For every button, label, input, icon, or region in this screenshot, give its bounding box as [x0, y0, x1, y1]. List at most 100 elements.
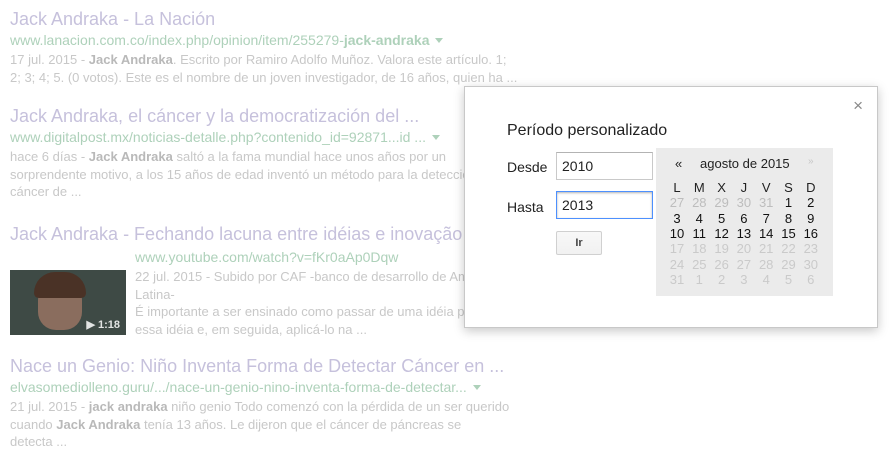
calendar-day: 30: [803, 256, 819, 272]
result-url-text: www.lanacion.com.co/index.php/opinion/it…: [10, 32, 344, 48]
video-thumbnail[interactable]: ▶ 1:18: [10, 270, 126, 335]
snippet-bold: Jack Andraka: [56, 416, 141, 432]
snippet-text: . Escrito por Ramiro Adolfo Muñoz. Valor…: [172, 52, 507, 67]
calendar-day[interactable]: 13: [733, 226, 755, 241]
snippet-bold: Jack Andraka: [88, 149, 173, 164]
calendar-day: 2: [717, 271, 726, 287]
dropdown-arrow-icon[interactable]: [472, 385, 481, 390]
date-picker-calendar: « agosto de 2015 » L M X J V S D 27 28 29 30 31 1 2 3 4…: [656, 148, 833, 296]
thumbnail-hair: [34, 272, 86, 298]
calendar-day: 27: [736, 256, 752, 272]
calendar-day[interactable]: 9: [800, 211, 822, 226]
calendar-day[interactable]: 30: [733, 195, 755, 210]
search-result: Jack Andraka - La Nación www.lanacion.co…: [10, 8, 520, 86]
snippet-date: 21 jul. 2015 -: [10, 399, 89, 414]
calendar-day[interactable]: 4: [688, 211, 710, 226]
video-details: www.youtube.com/watch?v=fKr0aAp0Dqw 22 j…: [135, 247, 470, 338]
weekday-label: X: [717, 180, 726, 195]
dropdown-arrow-icon[interactable]: [431, 135, 440, 140]
search-result: Nace un Genio: Niño Inventa Forma de Det…: [10, 355, 520, 451]
snippet-bold: Jack Andraka: [88, 52, 173, 67]
calendar-day: 31: [669, 271, 685, 287]
calendar-day: 3: [740, 271, 748, 287]
custom-range-dialog: × Período personalizado Desde 2010 Hasta…: [464, 86, 878, 328]
weekday-label: L: [673, 180, 681, 195]
calendar-day: 17: [669, 241, 685, 257]
calendar-day[interactable]: 8: [778, 211, 800, 226]
result-url: www.lanacion.com.co/index.php/opinion/it…: [10, 31, 520, 49]
calendar-day[interactable]: 14: [755, 226, 777, 241]
snippet-date: 17 jul. 2015 -: [10, 52, 89, 67]
close-icon[interactable]: ×: [853, 97, 863, 115]
snippet-text: Latina-: [135, 286, 175, 302]
calendar-month-label: agosto de 2015: [700, 156, 790, 171]
result-url: elvasomediolleno.guru/.../nace-un-genio-…: [10, 378, 520, 396]
snippet-text: 22 jul. 2015 - Subido por CAF -banco de …: [135, 269, 469, 284]
result-snippet: hace 6 días - Jack Andraka saltó a la fa…: [10, 148, 520, 201]
result-url: www.digitalpost.mx/noticias-detalle.php?…: [10, 128, 520, 146]
calendar-day[interactable]: 2: [800, 195, 822, 210]
calendar-day[interactable]: 15: [778, 226, 800, 241]
dropdown-arrow-icon[interactable]: [435, 38, 444, 43]
result-snippet: 22 jul. 2015 - Subido por CAF -banco de …: [135, 268, 470, 338]
calendar-day: 28: [758, 256, 774, 272]
calendar-day: 29: [781, 256, 796, 272]
calendar-header: « agosto de 2015 »: [656, 156, 833, 174]
calendar-day[interactable]: 12: [711, 226, 733, 241]
calendar-day: 24: [669, 256, 685, 272]
video-duration-text: 1:18: [97, 319, 120, 331]
result-title-link[interactable]: Jack Andraka, el cáncer y la democratiza…: [10, 105, 520, 127]
previous-month-button[interactable]: «: [675, 156, 682, 171]
calendar-day: 18: [692, 241, 707, 257]
snippet-text: essa idéia e, em seguida, aplicá-lo na .…: [135, 321, 367, 337]
calendar-day: 22: [781, 241, 796, 257]
calendar-day[interactable]: 10: [666, 226, 688, 241]
calendar-day: 20: [736, 241, 752, 257]
result-title-link[interactable]: Jack Andraka - Fechando lacuna entre idé…: [10, 223, 520, 245]
calendar-day[interactable]: 27: [666, 195, 688, 210]
search-result-video: Jack Andraka - Fechando lacuna entre idé…: [10, 223, 520, 337]
calendar-day[interactable]: 7: [755, 211, 777, 226]
video-duration: ▶ 1:18: [86, 318, 120, 331]
snippet-text: É importante a ser ensinado como passar …: [135, 304, 465, 319]
calendar-day[interactable]: 16: [800, 226, 822, 241]
result-snippet: 21 jul. 2015 - jack andraka niño genio T…: [10, 398, 520, 451]
calendar-day[interactable]: 11: [688, 226, 710, 241]
result-title-link[interactable]: Jack Andraka - La Nación: [10, 8, 520, 30]
calendar-day[interactable]: 6: [733, 211, 755, 226]
next-month-button[interactable]: »: [808, 156, 814, 167]
result-url-bold: jack-andraka: [343, 32, 430, 48]
from-date-input[interactable]: 2010: [556, 152, 653, 180]
snippet-text: niño genio Todo comenzó con la pérdida d…: [167, 399, 510, 414]
snippet-text: detecta ...: [10, 434, 68, 449]
weekday-label: M: [693, 180, 705, 195]
to-date-input[interactable]: 2013: [556, 191, 653, 219]
play-icon: ▶: [86, 319, 95, 331]
snippet-text: tenía 13 años. Le dijeron que el cáncer …: [140, 416, 462, 432]
snippet-text: cuando: [10, 416, 57, 432]
result-url-text: www.digitalpost.mx/noticias-detalle.php?…: [10, 129, 426, 145]
snippet-text: 2; 3; 4; 5. (0 votos). Este es el nombre…: [10, 69, 518, 85]
snippet-text: sorprendente motivo, a los 15 años de ed…: [10, 166, 470, 182]
dialog-title: Período personalizado: [507, 122, 668, 139]
weekday-label: S: [784, 180, 793, 195]
snippet-text: cáncer de ...: [10, 184, 82, 199]
result-title-link[interactable]: Nace un Genio: Niño Inventa Forma de Det…: [10, 355, 520, 377]
calendar-day: 25: [692, 256, 707, 272]
go-button[interactable]: Ir: [556, 231, 602, 255]
calendar-day: 23: [803, 241, 819, 257]
calendar-day: 5: [784, 271, 793, 287]
calendar-day[interactable]: 31: [755, 195, 777, 210]
calendar-day[interactable]: 28: [688, 195, 710, 210]
snippet-text: saltó a la fama mundial hace unos años p…: [172, 149, 447, 164]
calendar-day: 21: [758, 241, 774, 257]
calendar-day[interactable]: 1: [778, 195, 800, 210]
result-snippet: 17 jul. 2015 - Jack Andraka. Escrito por…: [10, 51, 520, 86]
calendar-day[interactable]: 5: [711, 211, 733, 226]
search-result: Jack Andraka, el cáncer y la democratiza…: [10, 105, 520, 201]
calendar-day[interactable]: 29: [711, 195, 733, 210]
calendar-day: 4: [762, 271, 770, 287]
calendar-day[interactable]: 3: [666, 211, 688, 226]
calendar-day: 1: [695, 271, 703, 287]
result-url-text: elvasomediolleno.guru/.../nace-un-genio-…: [10, 379, 467, 395]
